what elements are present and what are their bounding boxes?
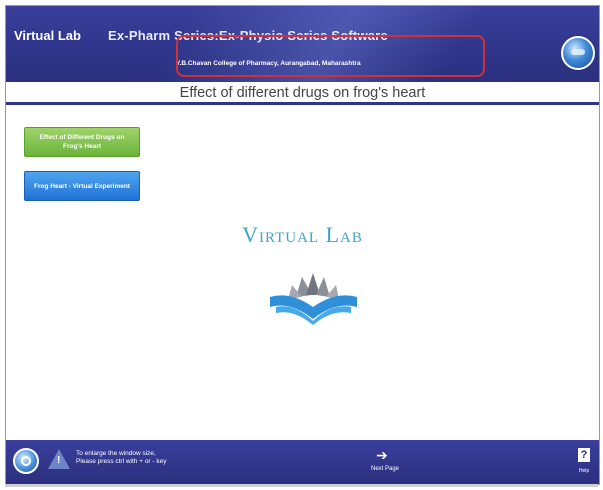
drug-effect-button[interactable]: Effect of Different Drugs on Frog's Hear… [24,127,140,157]
virtual-experiment-button[interactable]: Frog Heart - Virtual Experiment [24,171,140,201]
open-book-icon [270,273,357,325]
app-name: Virtual Lab [14,28,81,43]
help-label: Help [578,468,590,474]
header-bar: Virtual Lab Ex-Pharm Series:Ex-Physio Se… [6,6,599,82]
zoom-hint: To enlarge the window size, Please press… [76,450,167,466]
app-window: Virtual Lab Ex-Pharm Series:Ex-Physio Se… [5,5,600,485]
main-content: Effect of Different Drugs on Frog's Hear… [6,105,599,440]
zoom-hint-line2: Please press ctrl with + or - key [76,458,167,465]
globe-logo-icon [561,36,595,70]
next-arrow-icon[interactable]: ➔ [376,447,388,464]
help-icon[interactable]: ? [578,448,590,462]
home-icon[interactable] [13,448,39,474]
book-pages [288,273,339,299]
page-title: Effect of different drugs on frog's hear… [6,82,599,104]
window-bottom-edge [5,484,598,487]
warning-symbol: ! [57,455,61,466]
footer-bar: ! To enlarge the window size, Please pre… [6,440,599,484]
virtual-lab-brand-text: Virtual Lab [242,222,363,247]
book-cover [270,295,357,325]
zoom-hint-line1: To enlarge the window size, [76,450,156,457]
next-page-button[interactable]: Next Page [355,466,415,472]
warning-icon: ! [48,449,70,469]
highlight-annotation [176,35,485,77]
